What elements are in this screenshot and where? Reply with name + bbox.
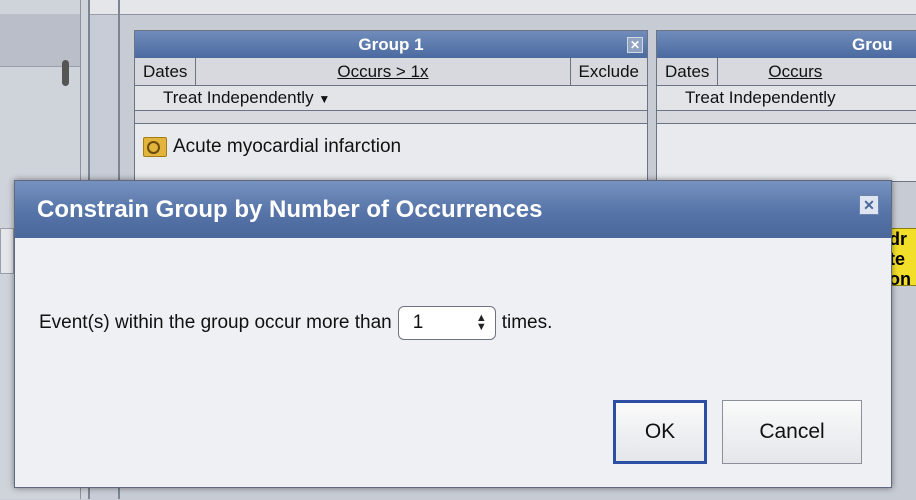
scrollbar-thumb[interactable] [62, 60, 69, 86]
dates-option[interactable]: Dates [657, 58, 719, 85]
group-header: Group 1 ✕ [135, 31, 647, 58]
treat-dropdown[interactable]: Treat Independently ▼ [135, 86, 647, 111]
concept-item[interactable]: Acute myocardial infarction [143, 136, 401, 158]
top-bar [0, 0, 916, 15]
occurrence-text-before: Event(s) within the group occur more tha… [39, 312, 392, 333]
dates-option[interactable]: Dates [135, 58, 197, 85]
treat-label: Treat Independently [685, 88, 836, 107]
occurs-option[interactable]: Occurs [718, 58, 830, 85]
cancel-button[interactable]: Cancel [722, 400, 862, 464]
treat-label: Treat Independently [163, 88, 314, 107]
treat-dropdown[interactable]: Treat Independently [657, 86, 916, 111]
exclude-option[interactable]: Exclude [571, 58, 647, 85]
group-options-row: Dates Occurs [657, 58, 916, 86]
stepper-arrows-icon[interactable]: ▲ ▼ [476, 313, 487, 333]
occurs-option[interactable]: Occurs > 1x [196, 58, 571, 85]
group-panel-2: Grou Dates Occurs Treat Independently [656, 30, 916, 182]
occurrence-count-stepper[interactable]: 1 ▲ ▼ [397, 306, 496, 340]
dialog-title-bar[interactable]: Constrain Group by Number of Occurrences… [15, 181, 891, 238]
concept-label: Acute myocardial infarction [173, 136, 402, 157]
caret-down-icon: ▼ [318, 92, 331, 106]
side-panel-stub [0, 228, 14, 274]
stepper-value: 1 [412, 312, 424, 333]
group-title: Group 1 [358, 35, 424, 54]
group-options-row: Dates Occurs > 1x Exclude [135, 58, 647, 86]
concept-list: Acute myocardial infarction [135, 123, 647, 181]
dialog-body: Event(s) within the group occur more tha… [39, 306, 552, 340]
constrain-occurrences-dialog: Constrain Group by Number of Occurrences… [14, 180, 892, 488]
group-title: Grou [852, 35, 893, 54]
group-panel-1: Group 1 ✕ Dates Occurs > 1x Exclude Trea… [134, 30, 648, 182]
left-panel-header [0, 14, 80, 67]
occurrence-text-after: times. [501, 312, 553, 333]
group-header: Grou [657, 31, 916, 58]
ok-button[interactable]: OK [613, 400, 707, 464]
close-icon[interactable]: ✕ [627, 37, 643, 53]
dialog-title: Constrain Group by Number of Occurrences [37, 196, 543, 223]
close-icon[interactable]: ✕ [859, 195, 879, 215]
folder-icon [143, 137, 167, 157]
concept-list [657, 123, 916, 181]
